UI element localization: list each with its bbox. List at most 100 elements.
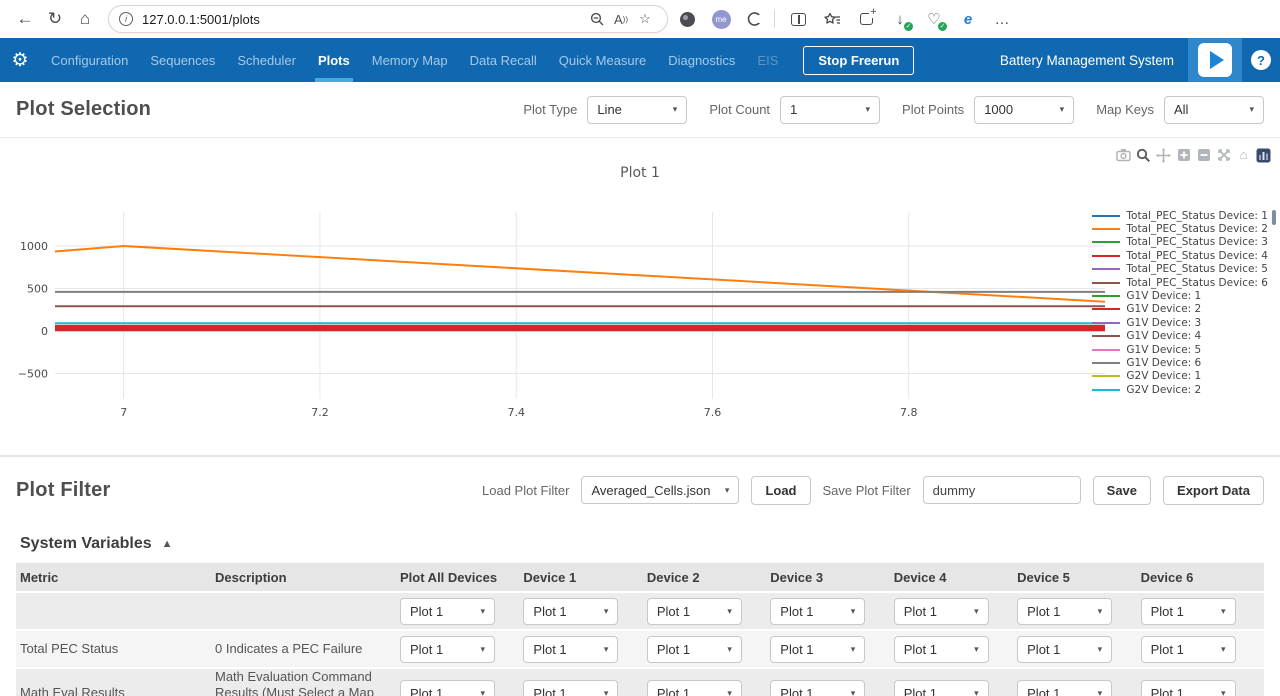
plot-count-select[interactable]: 1▾ [780, 96, 880, 124]
autoscale-icon[interactable] [1215, 147, 1232, 163]
plot-select-row2-plot-all-devices[interactable]: Plot 1▾ [400, 680, 495, 696]
legend-item[interactable]: G1V Device: 2 [1092, 303, 1268, 316]
zoom-out-icon[interactable] [585, 7, 609, 31]
more-menu-icon[interactable]: … [987, 5, 1017, 33]
home-icon[interactable]: ⌂ [70, 4, 100, 34]
help-icon[interactable]: ? [1251, 50, 1271, 70]
extension-sphere-icon[interactable] [672, 5, 702, 33]
read-aloud-icon[interactable]: A)) [609, 7, 633, 31]
nav-item-configuration[interactable]: Configuration [40, 38, 139, 82]
plot-select-row2-device-3[interactable]: Plot 1▾ [770, 680, 865, 696]
plot-points-select[interactable]: 1000▾ [974, 96, 1074, 124]
downloads-icon[interactable]: ↓✓ [885, 5, 915, 33]
plot-select-row0-device-4[interactable]: Plot 1▾ [894, 598, 989, 625]
browser-essentials-icon[interactable]: ♡✓ [919, 5, 949, 33]
plot-select-row0-plot-all-devices[interactable]: Plot 1▾ [400, 598, 495, 625]
legend-scrollbar[interactable] [1272, 210, 1276, 225]
plot-select-row1-device-6[interactable]: Plot 1▾ [1141, 636, 1236, 663]
url-text[interactable]: 127.0.0.1:5001/plots [142, 12, 585, 27]
legend-label: Total_PEC_Status Device: 3 [1126, 236, 1268, 248]
legend-item[interactable]: G2V Device: 2 [1092, 383, 1268, 396]
nav-item-data-recall[interactable]: Data Recall [459, 38, 548, 82]
legend-item[interactable]: Total_PEC_Status Device: 2 [1092, 222, 1268, 235]
favorites-icon[interactable] [817, 5, 847, 33]
legend-swatch [1092, 389, 1120, 391]
profile-avatar[interactable]: me [706, 5, 736, 33]
map-keys-select[interactable]: All▾ [1164, 96, 1264, 124]
plot-select-row0-device-1[interactable]: Plot 1▾ [523, 598, 618, 625]
plot-select-row2-device-5[interactable]: Plot 1▾ [1017, 680, 1112, 696]
plot-select-row1-device-3[interactable]: Plot 1▾ [770, 636, 865, 663]
save-plot-filter-input[interactable] [923, 476, 1081, 504]
zoom-in-icon[interactable] [1175, 147, 1192, 163]
favorite-star-icon[interactable]: ☆ [633, 7, 657, 31]
split-screen-icon[interactable] [783, 5, 813, 33]
plot-select-row1-device-4[interactable]: Plot 1▾ [894, 636, 989, 663]
plot-select-row0-device-3[interactable]: Plot 1▾ [770, 598, 865, 625]
legend-item[interactable]: Total_PEC_Status Device: 6 [1092, 276, 1268, 289]
zoom-out-mode-icon[interactable] [1195, 147, 1212, 163]
address-bar[interactable]: i 127.0.0.1:5001/plots A)) ☆ [108, 5, 668, 33]
table-row: Math Eval ResultsMath Evaluation Command… [16, 667, 1264, 696]
site-info-icon[interactable]: i [119, 12, 133, 26]
plot-type-label: Plot Type [523, 102, 577, 117]
save-button[interactable]: Save [1093, 476, 1151, 505]
copilot-icon[interactable] [740, 5, 770, 33]
legend-item[interactable]: G1V Device: 1 [1092, 289, 1268, 302]
nav-item-quick-measure[interactable]: Quick Measure [548, 38, 657, 82]
legend-swatch [1092, 295, 1120, 297]
legend-item[interactable]: Total_PEC_Status Device: 1 [1092, 209, 1268, 222]
nav-item-plots[interactable]: Plots [307, 38, 361, 82]
description-cell: 0 Indicates a PEC Failure [215, 641, 400, 657]
legend-item[interactable]: Total_PEC_Status Device: 3 [1092, 236, 1268, 249]
run-button[interactable] [1188, 38, 1242, 82]
legend-item[interactable]: G1V Device: 6 [1092, 356, 1268, 369]
legend-item[interactable]: Total_PEC_Status Device: 4 [1092, 249, 1268, 262]
legend-item[interactable]: Total_PEC_Status Device: 5 [1092, 263, 1268, 276]
plot-select-row2-device-2[interactable]: Plot 1▾ [647, 680, 742, 696]
plot-select-row1-plot-all-devices[interactable]: Plot 1▾ [400, 636, 495, 663]
plot-select-row0-device-5[interactable]: Plot 1▾ [1017, 598, 1112, 625]
plot-select-row0-device-6[interactable]: Plot 1▾ [1141, 598, 1236, 625]
legend-item[interactable]: G1V Device: 5 [1092, 343, 1268, 356]
plot-select-row1-device-1[interactable]: Plot 1▾ [523, 636, 618, 663]
zoom-select-icon[interactable] [1135, 147, 1152, 163]
nav-item-diagnostics[interactable]: Diagnostics [657, 38, 746, 82]
nav-item-memory-map[interactable]: Memory Map [361, 38, 459, 82]
map-keys-label: Map Keys [1096, 102, 1154, 117]
chevron-down-icon: ▾ [1221, 688, 1226, 696]
nav-item-scheduler[interactable]: Scheduler [226, 38, 307, 82]
plot-select-row2-device-4[interactable]: Plot 1▾ [894, 680, 989, 696]
plotly-logo-icon[interactable] [1255, 147, 1272, 163]
legend-item[interactable]: G2V Device: 1 [1092, 370, 1268, 383]
plot-select-row1-device-5[interactable]: Plot 1▾ [1017, 636, 1112, 663]
stop-freerun-button[interactable]: Stop Freerun [803, 46, 914, 75]
export-data-button[interactable]: Export Data [1163, 476, 1264, 505]
legend-label: G1V Device: 5 [1126, 344, 1201, 356]
legend-item[interactable]: G1V Device: 3 [1092, 316, 1268, 329]
collections-icon[interactable] [851, 5, 881, 33]
legend-item[interactable]: G1V Device: 4 [1092, 330, 1268, 343]
plot-select-row1-device-2[interactable]: Plot 1▾ [647, 636, 742, 663]
plot-type-select[interactable]: Line▾ [587, 96, 687, 124]
collapse-arrow-icon[interactable]: ▲ [162, 538, 173, 550]
reset-axes-icon[interactable]: ⌂ [1235, 147, 1252, 163]
load-button[interactable]: Load [751, 476, 810, 505]
edge-sidebar-icon[interactable]: e [953, 5, 983, 33]
settings-gear-icon[interactable]: ⚙ [0, 38, 40, 82]
nav-item-sequences[interactable]: Sequences [139, 38, 226, 82]
nav-item-eis[interactable]: EIS [746, 38, 789, 82]
load-plot-filter-select[interactable]: Averaged_Cells.json▾ [581, 476, 739, 504]
svg-text:−500: −500 [18, 368, 48, 381]
plot-select-row2-device-6[interactable]: Plot 1▾ [1141, 680, 1236, 696]
plot-select-row2-device-1[interactable]: Plot 1▾ [523, 680, 618, 696]
plot-select-row0-device-2[interactable]: Plot 1▾ [647, 598, 742, 625]
chevron-down-icon: ▾ [1221, 644, 1226, 655]
refresh-icon[interactable]: ↻ [40, 4, 70, 34]
legend-label: G1V Device: 6 [1126, 357, 1201, 369]
plot-area[interactable]: 10005000−50077.27.47.67.8 [0, 138, 1280, 455]
back-icon[interactable]: ← [10, 4, 40, 34]
pan-icon[interactable] [1155, 147, 1172, 163]
plot-selection-title: Plot Selection [16, 98, 151, 121]
camera-icon[interactable] [1115, 147, 1132, 163]
